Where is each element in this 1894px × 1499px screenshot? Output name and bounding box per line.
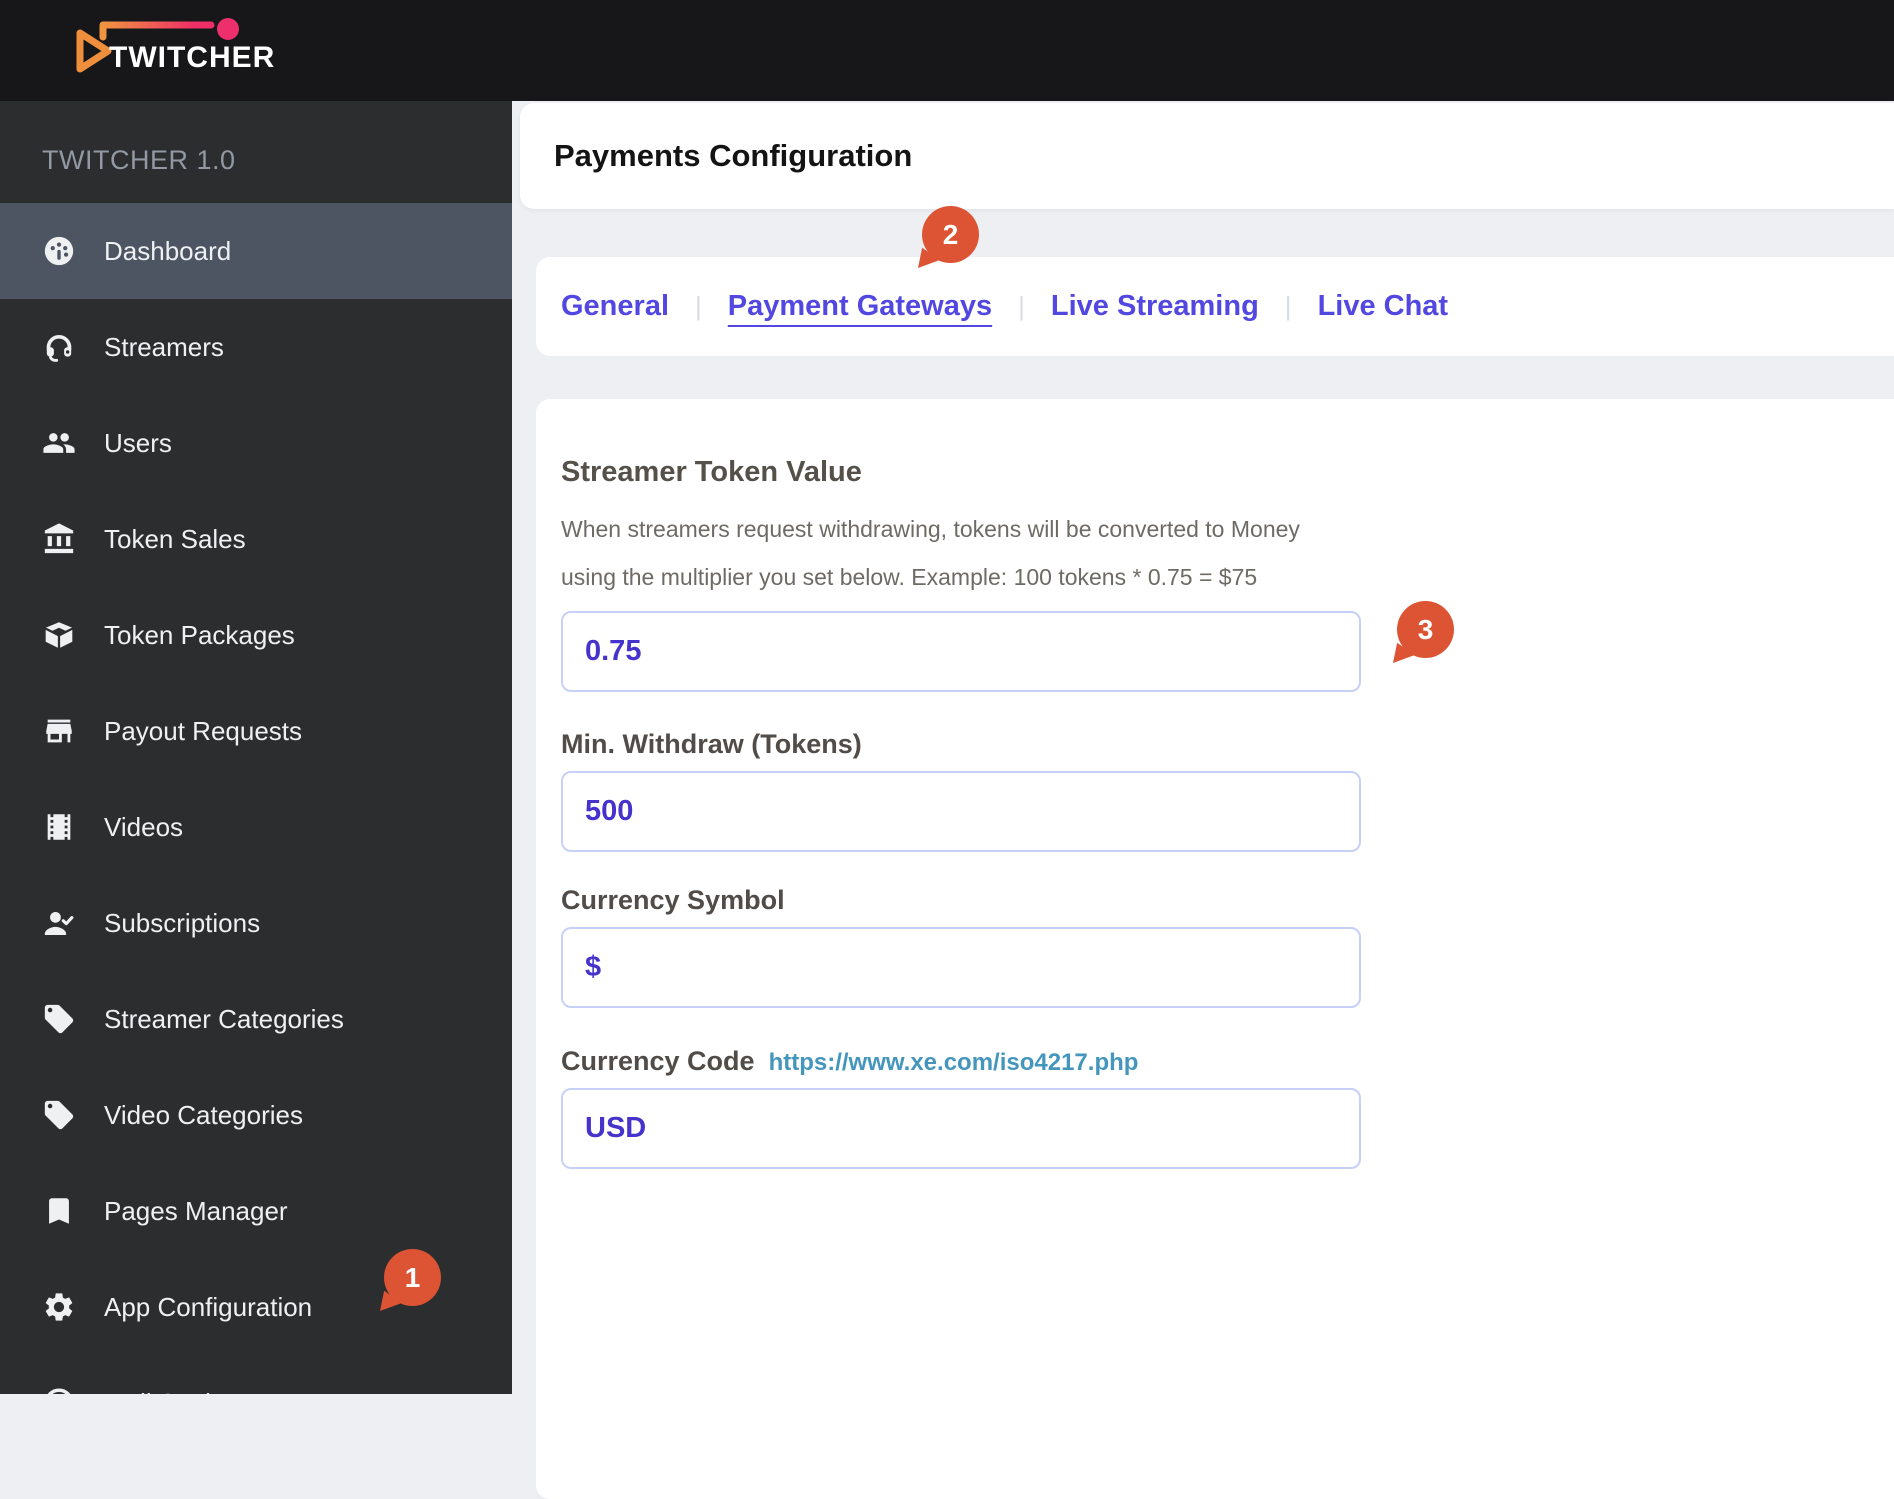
tag-icon xyxy=(42,1098,76,1132)
gear-icon xyxy=(42,1290,76,1324)
sidebar-item-mail-settings[interactable]: Mail Settings xyxy=(0,1355,512,1394)
dashboard-icon xyxy=(42,234,76,268)
currency-symbol-label: Currency Symbol xyxy=(561,885,785,915)
sidebar-item-pages-manager[interactable]: Pages Manager xyxy=(0,1163,512,1259)
tab-payment-gateways[interactable]: Payment Gateways xyxy=(728,290,992,323)
sidebar-item-label: Videos xyxy=(104,811,184,842)
sidebar-item-subscriptions[interactable]: Subscriptions xyxy=(0,875,512,971)
sidebar-item-label: Users xyxy=(104,427,172,458)
sidebar-item-label: Token Packages xyxy=(104,619,295,650)
sidebar-item-users[interactable]: Users xyxy=(0,395,512,491)
tab-separator: | xyxy=(1018,291,1025,321)
tag-icon xyxy=(42,1002,76,1036)
step-badge-2: 2 xyxy=(922,206,979,263)
twitcher-logo-graphic: TWITCHER xyxy=(76,18,275,74)
sidebar-item-label: Streamers xyxy=(104,331,224,362)
currency-code-input[interactable] xyxy=(561,1088,1361,1169)
min-withdraw-input[interactable] xyxy=(561,771,1361,852)
sidebar-item-videos[interactable]: Videos xyxy=(0,779,512,875)
sidebar-item-label: Subscriptions xyxy=(104,907,261,938)
sidebar-item-token-sales[interactable]: Token Sales xyxy=(0,491,512,587)
currency-code-row: Currency Code https://www.xe.com/iso4217… xyxy=(561,1045,1894,1077)
sidebar-item-label: Dashboard xyxy=(104,235,232,266)
tab-separator: | xyxy=(1284,291,1292,321)
tab-general[interactable]: General xyxy=(561,290,669,323)
sidebar-menu: Dashboard Streamers Users Token Sales To… xyxy=(0,203,512,1394)
payments-form: Streamer Token Value When streamers requ… xyxy=(536,399,1894,1499)
bookmark-icon xyxy=(42,1194,76,1228)
sidebar-item-label: Payout Requests xyxy=(104,715,303,746)
users-icon xyxy=(42,426,76,460)
sidebar-item-label: Mail Settings xyxy=(104,1388,253,1395)
sidebar: TWITCHER 1.0 Dashboard Streamers Users T… xyxy=(0,101,512,1394)
section-title: Streamer Token Value xyxy=(561,456,862,488)
main-content: Payments Configuration General | Payment… xyxy=(512,101,1894,1499)
storefront-icon xyxy=(42,714,76,748)
sidebar-item-video-categories[interactable]: Video Categories xyxy=(0,1067,512,1163)
sidebar-item-label: App Configuration xyxy=(104,1291,313,1322)
min-withdraw-label: Min. Withdraw (Tokens) xyxy=(561,729,862,759)
headset-icon xyxy=(42,330,76,364)
sidebar-item-label: Streamer Categories xyxy=(104,1003,344,1034)
tab-bar: General | Payment Gateways | Live Stream… xyxy=(536,257,1894,356)
sidebar-item-label: Video Categories xyxy=(104,1099,303,1130)
currency-symbol-input[interactable] xyxy=(561,927,1361,1008)
tab-separator: | xyxy=(695,291,702,321)
film-icon xyxy=(42,810,76,844)
currency-code-link[interactable]: https://www.xe.com/iso4217.php xyxy=(769,1049,1139,1077)
sidebar-version-label: TWITCHER 1.0 xyxy=(42,145,236,175)
logo-text: TWITCHER xyxy=(109,41,275,74)
person-check-icon xyxy=(42,906,76,940)
step-badge-1: 1 xyxy=(384,1249,441,1306)
sidebar-item-label: Token Sales xyxy=(104,523,246,554)
sidebar-item-token-packages[interactable]: Token Packages xyxy=(0,587,512,683)
page-title: Payments Configuration xyxy=(554,138,913,173)
tab-live-streaming[interactable]: Live Streaming xyxy=(1051,290,1259,323)
topbar: TWITCHER xyxy=(0,0,1894,101)
pink-dot-icon xyxy=(217,18,239,40)
sidebar-item-streamer-categories[interactable]: Streamer Categories xyxy=(0,971,512,1067)
section-description: When streamers request withdrawing, toke… xyxy=(561,516,1300,590)
sidebar-item-streamers[interactable]: Streamers xyxy=(0,299,512,395)
twitcher-logo: TWITCHER xyxy=(62,10,312,95)
package-icon xyxy=(42,618,76,652)
sidebar-item-payout-requests[interactable]: Payout Requests xyxy=(0,683,512,779)
token-value-input[interactable] xyxy=(561,611,1361,692)
page-header: Payments Configuration xyxy=(520,103,1894,209)
bank-icon xyxy=(42,522,76,556)
globe-icon xyxy=(42,1386,76,1394)
step-badge-3: 3 xyxy=(1397,601,1454,658)
tab-live-chat[interactable]: Live Chat xyxy=(1318,290,1449,323)
sidebar-item-dashboard[interactable]: Dashboard xyxy=(0,203,512,299)
sidebar-item-label: Pages Manager xyxy=(104,1195,288,1226)
currency-code-label: Currency Code xyxy=(561,1046,755,1076)
